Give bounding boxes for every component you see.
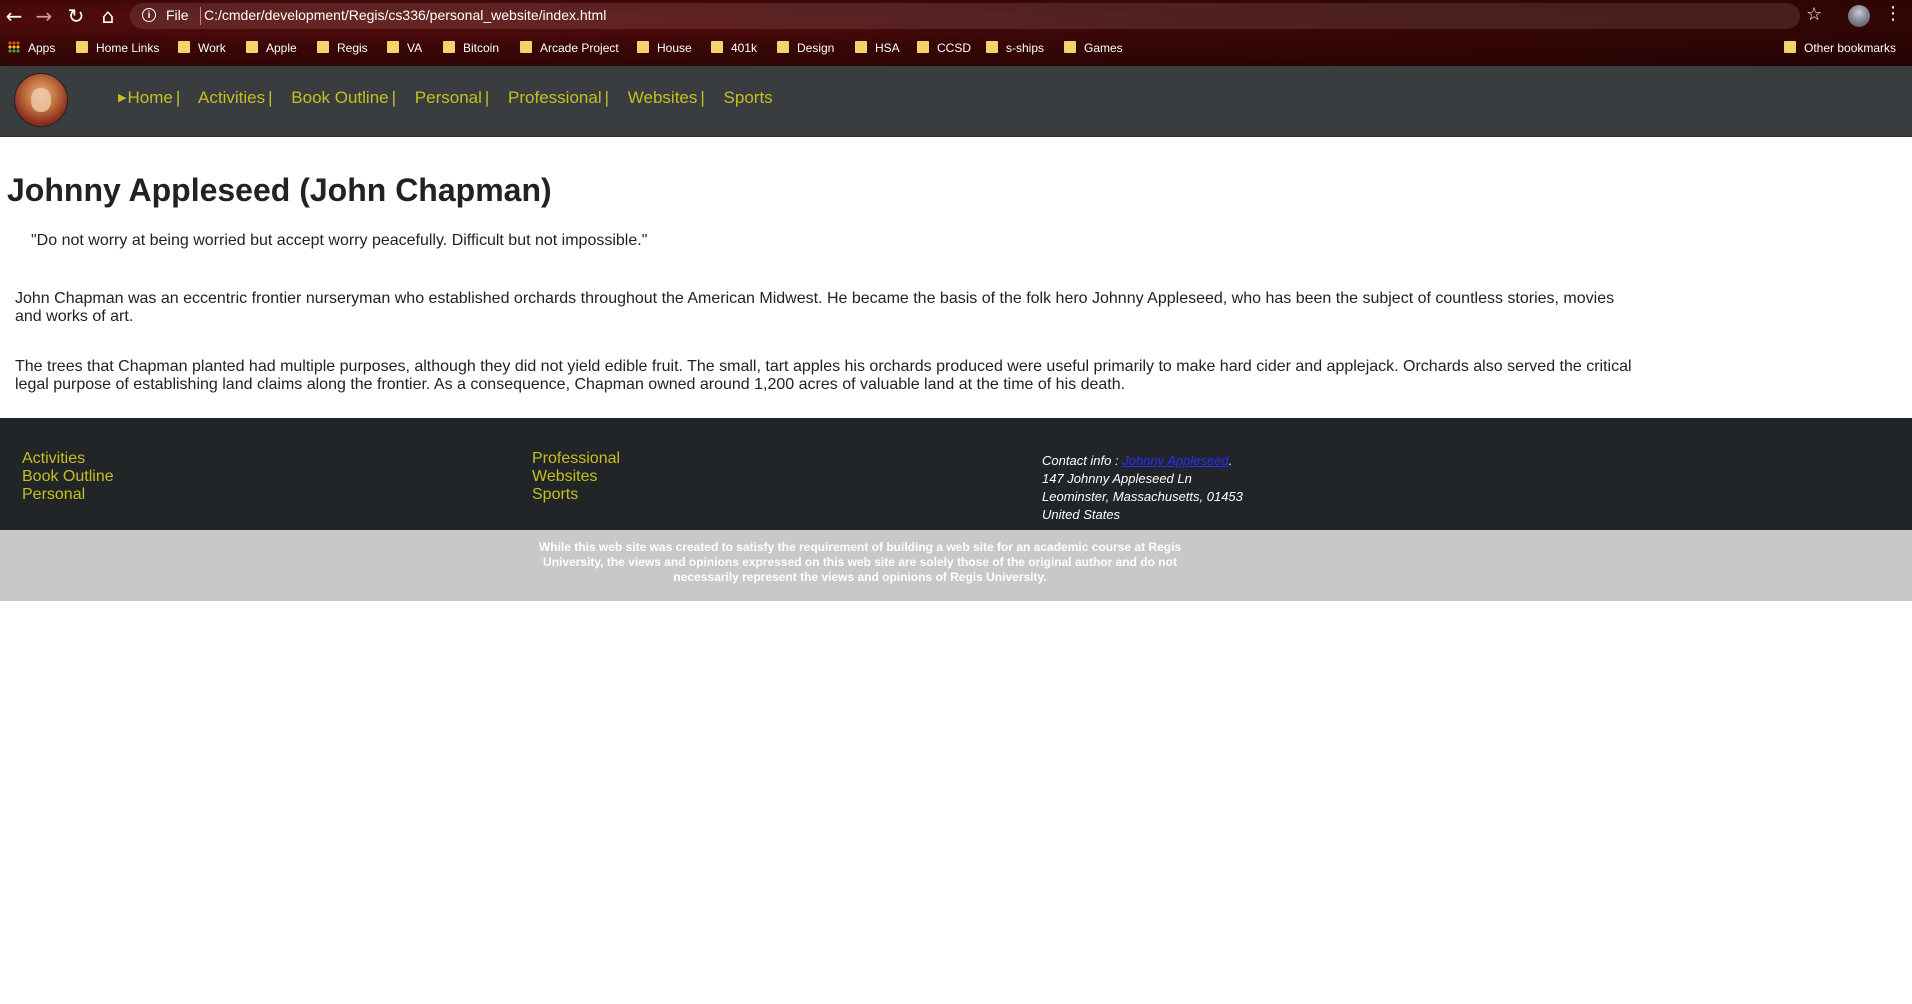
address-city: Leominster, Massachusetts, 01453: [1042, 489, 1243, 504]
nav-separator: |: [268, 88, 273, 107]
contact-line: Contact info : Johnny Appleseed.: [1042, 452, 1243, 470]
disclaimer-text: While this web site was created to satis…: [538, 540, 1182, 584]
reload-icon[interactable]: ↻: [64, 4, 88, 28]
contact-label: Contact info :: [1042, 453, 1119, 468]
quote-text: "Do not worry at being worried but accep…: [31, 232, 648, 249]
bookmark-games[interactable]: Games: [1064, 40, 1123, 56]
folder-icon: [917, 41, 929, 53]
bookmark-s-ships[interactable]: s-ships: [986, 40, 1044, 56]
folder-icon: [777, 41, 789, 53]
nav-separator: |: [700, 88, 705, 107]
footer-link-activities[interactable]: Activities: [22, 450, 114, 468]
kebab-menu-icon[interactable]: ⋮: [1884, 3, 1902, 24]
address-country: United States: [1042, 507, 1121, 522]
folder-icon: [520, 41, 532, 53]
info-icon[interactable]: i: [142, 8, 156, 22]
bookmark-va[interactable]: VA: [387, 40, 422, 56]
profile-avatar[interactable]: [1848, 5, 1870, 27]
folder-icon: [246, 41, 258, 53]
footer-link-professional[interactable]: Professional: [532, 450, 620, 468]
bookmark-ccsd[interactable]: CCSD: [917, 40, 971, 56]
bio-paragraph: The trees that Chapman planted had multi…: [15, 358, 1632, 393]
page-title: Johnny Appleseed (John Chapman): [7, 172, 552, 208]
footer-link-book-outline[interactable]: Book Outline: [22, 468, 114, 486]
url-scheme: File: [166, 7, 189, 23]
site-footer: Activities Book Outline Personal Profess…: [0, 418, 1912, 530]
bookmark-house[interactable]: House: [637, 40, 692, 56]
caret-right-icon: ▶: [118, 92, 127, 104]
bookmarks-bar: Apps Home Links Work Apple Regis VA Bitc…: [0, 36, 1912, 60]
omnibox-divider: [200, 7, 201, 25]
contact-info: Contact info : Johnny Appleseed. 147 Joh…: [1042, 452, 1243, 524]
footer-link-websites[interactable]: Websites: [532, 468, 620, 486]
bookmark-home-links[interactable]: Home Links: [76, 40, 159, 56]
star-icon[interactable]: ☆: [1806, 4, 1822, 25]
nav-separator: |: [484, 88, 490, 107]
site-header: ▶Home | Activities | Book Outline | Persona…: [0, 66, 1912, 137]
nav-separator: |: [604, 88, 610, 107]
bookmark-hsa[interactable]: HSA: [855, 40, 900, 56]
disclaimer-bar: While this web site was created to satis…: [0, 530, 1912, 601]
main-nav: ▶Home | Activities | Book Outline | Persona…: [118, 88, 773, 108]
footer-links-col-1: Activities Book Outline Personal: [22, 450, 114, 504]
bookmark-apple[interactable]: Apple: [246, 40, 297, 56]
nav-home[interactable]: Home: [127, 88, 172, 107]
bookmark-design[interactable]: Design: [777, 40, 834, 56]
nav-professional[interactable]: Professional: [508, 88, 602, 107]
nav-personal[interactable]: Personal: [415, 88, 482, 107]
forward-arrow-icon[interactable]: →: [32, 4, 56, 28]
home-icon[interactable]: ⌂: [96, 4, 120, 28]
url-text[interactable]: C:/cmder/development/Regis/cs336/persona…: [204, 7, 606, 23]
folder-icon: [443, 41, 455, 53]
bookmark-bitcoin[interactable]: Bitcoin: [443, 40, 499, 56]
footer-links-col-2: Professional Websites Sports: [532, 450, 620, 504]
folder-icon: [178, 41, 190, 53]
contact-email-link[interactable]: Johnny Appleseed: [1122, 453, 1229, 468]
folder-icon: [76, 41, 88, 53]
bio-paragraph: John Chapman was an eccentric frontier n…: [15, 290, 1615, 325]
contact-suffix: .: [1228, 453, 1233, 468]
bookmark-401k[interactable]: 401k: [711, 40, 757, 56]
back-arrow-icon[interactable]: ←: [2, 4, 26, 28]
nav-websites[interactable]: Websites: [628, 88, 698, 107]
browser-chrome: ← → ↻ ⌂ i File C:/cmder/development/Regi…: [0, 0, 1912, 66]
folder-icon: [637, 41, 649, 53]
footer-link-sports[interactable]: Sports: [532, 486, 620, 504]
folder-icon: [711, 41, 723, 53]
folder-icon: [986, 41, 998, 53]
site-logo[interactable]: [14, 73, 68, 127]
folder-icon: [855, 41, 867, 53]
footer-link-personal[interactable]: Personal: [22, 486, 114, 504]
bookmark-apps[interactable]: Apps: [8, 40, 55, 56]
folder-icon: [1784, 41, 1796, 53]
nav-separator: |: [391, 88, 397, 107]
nav-activities[interactable]: Activities: [198, 88, 265, 107]
nav-separator: |: [175, 88, 181, 107]
folder-icon: [387, 41, 399, 53]
folder-icon: [317, 41, 329, 53]
folder-icon: [1064, 41, 1076, 53]
bookmark-work[interactable]: Work: [178, 40, 226, 56]
bookmark-arcade-project[interactable]: Arcade Project: [520, 40, 619, 56]
address-street: 147 Johnny Appleseed Ln: [1042, 471, 1192, 486]
nav-book-outline[interactable]: Book Outline: [291, 88, 388, 107]
nav-sports[interactable]: Sports: [724, 88, 773, 107]
bookmark-regis[interactable]: Regis: [317, 40, 368, 56]
apps-grid-icon: [8, 41, 20, 53]
address-bar[interactable]: i File C:/cmder/development/Regis/cs336/…: [130, 3, 1800, 29]
bookmark-other-bookmarks[interactable]: Other bookmarks: [1784, 40, 1896, 56]
